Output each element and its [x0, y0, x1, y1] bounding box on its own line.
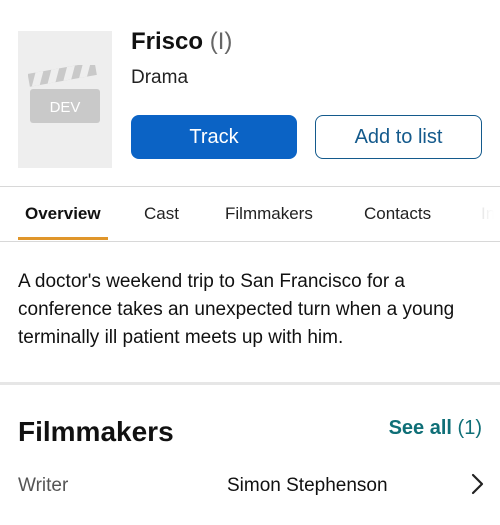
clapperboard-icon: DEV: [28, 65, 100, 123]
filmmaker-row[interactable]: Writer Simon Stephenson: [0, 465, 500, 505]
see-all-count[interactable]: (1): [458, 417, 482, 439]
section-divider: [0, 382, 500, 385]
filmmaker-name: Simon Stephenson: [227, 475, 388, 496]
active-tab-indicator: [18, 237, 108, 240]
movie-title: Frisco (I): [131, 28, 232, 56]
chevron-right-icon: [471, 473, 484, 495]
see-all-link[interactable]: See all (1): [389, 417, 482, 440]
poster-placeholder: DEV: [18, 31, 112, 168]
add-to-list-button[interactable]: Add to list: [315, 115, 482, 159]
tab-cast[interactable]: Cast: [144, 187, 179, 241]
poster-badge: DEV: [50, 99, 81, 116]
tab-filmmakers[interactable]: Filmmakers: [225, 187, 313, 241]
filmmaker-role: Writer: [18, 475, 69, 496]
genre-label: Drama: [131, 67, 189, 88]
title-suffix: (I): [209, 28, 233, 55]
tab-overview[interactable]: Overview: [25, 187, 101, 241]
tab-bar: Overview Cast Filmmakers Contacts In: [0, 186, 500, 242]
plot-summary: A doctor's weekend trip to San Francisco…: [18, 271, 455, 348]
see-all-label[interactable]: See all: [389, 417, 452, 439]
title-text: Frisco: [131, 28, 204, 55]
tab-fade: [460, 187, 500, 241]
track-button[interactable]: Track: [131, 115, 297, 159]
filmmakers-heading: Filmmakers: [18, 416, 174, 447]
title-header: DEV Frisco (I) Drama Track Add to list: [0, 0, 500, 185]
tab-contacts[interactable]: Contacts: [364, 187, 431, 241]
